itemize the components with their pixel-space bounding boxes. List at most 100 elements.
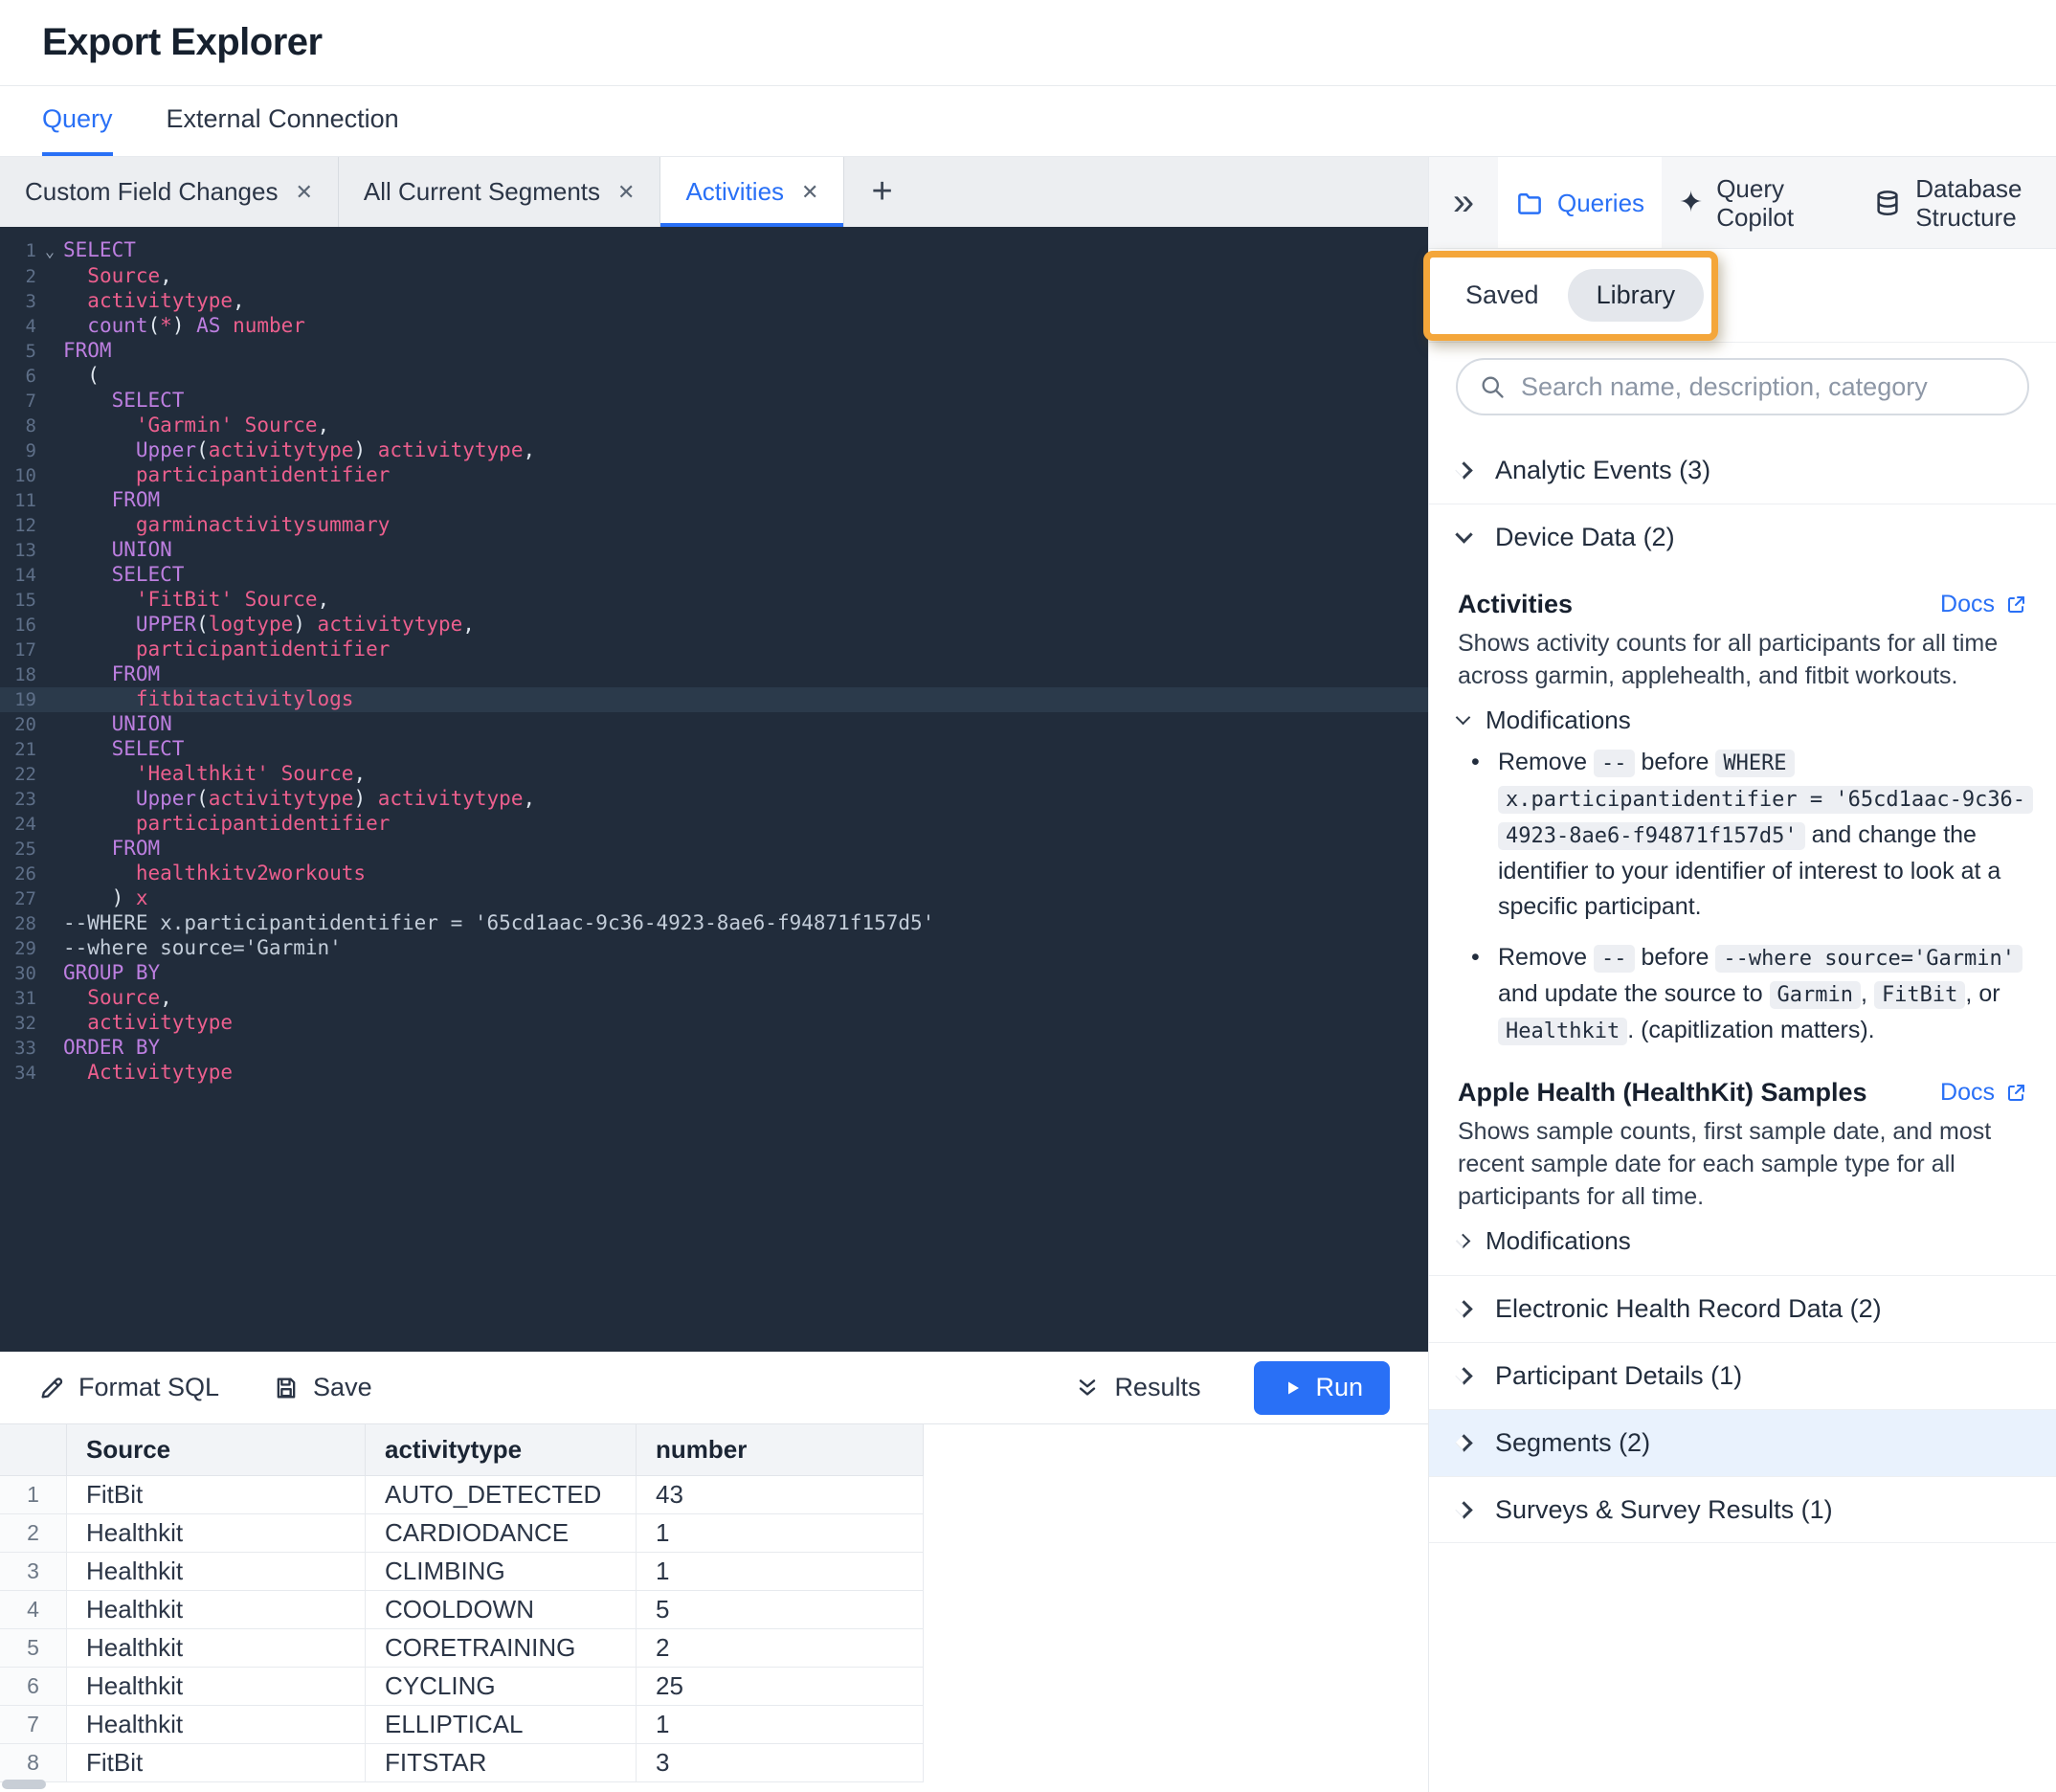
table-row[interactable]: 2 Healthkit CARDIODANCE 1 [0,1514,924,1553]
tab-database-structure[interactable]: Database Structure [1856,157,2055,248]
code-text: SELECT [63,238,136,261]
table-cell: FitBit [67,1476,366,1514]
code-line[interactable]: 21 SELECT [0,737,1428,762]
code-line[interactable]: 18 FROM [0,662,1428,687]
code-line[interactable]: 17 participantidentifier [0,638,1428,662]
table-row[interactable]: 7 Healthkit ELLIPTICAL 1 [0,1706,924,1744]
modifications-toggle-apple-health[interactable]: Modifications [1455,1226,2027,1256]
section-electronic-health-record-data[interactable]: Electronic Health Record Data (2) [1429,1275,2056,1342]
code-line[interactable]: 23 Upper(activitytype) activitytype, [0,787,1428,812]
table-cell: AUTO_DETECTED [366,1476,637,1514]
code-line[interactable]: 32 activitytype [0,1011,1428,1036]
code-line[interactable]: 2 Source, [0,264,1428,289]
code-line[interactable]: 1 ⌄ SELECT [0,238,1428,264]
search-box[interactable] [1456,358,2029,415]
section-label: Participant Details (1) [1495,1361,1743,1390]
code-line[interactable]: 9 Upper(activitytype) activitytype, [0,438,1428,463]
code-line[interactable]: 22 'Healthkit' Source, [0,762,1428,787]
code-line[interactable]: 29 --where source='Garmin' [0,936,1428,961]
code-line[interactable]: 30 GROUP BY [0,961,1428,986]
code-line[interactable]: 6 ( [0,364,1428,389]
save-button[interactable]: Save [273,1373,372,1402]
add-tab-button[interactable]: + [844,157,919,227]
code-line[interactable]: 12 garminactivitysummary [0,513,1428,538]
editor-tab-all-current-segments[interactable]: All Current Segments ✕ [339,157,661,227]
code-line[interactable]: 20 UNION [0,712,1428,737]
section-participant-details[interactable]: Participant Details (1) [1429,1342,2056,1409]
code-line[interactable]: 4 count(*) AS number [0,314,1428,339]
results-toggle-button[interactable]: Results [1074,1373,1200,1402]
format-sql-button[interactable]: Format SQL [38,1373,219,1402]
code-line[interactable]: 3 activitytype, [0,289,1428,314]
table-row[interactable]: 4 Healthkit COOLDOWN 5 [0,1591,924,1629]
table-row[interactable]: 1 FitBit AUTO_DETECTED 43 [0,1476,924,1514]
chevron-right-icon [1455,1300,1473,1318]
code-area: 1 ⌄ SELECT 2 Source, 3 activitytype, 4 count(… [0,238,1428,1086]
row-number: 4 [0,1591,67,1629]
modifications-toggle-activities[interactable]: Modifications [1455,706,2027,735]
table-cell: Healthkit [67,1668,366,1706]
table-cell: CYCLING [366,1668,637,1706]
code-line[interactable]: 16 UPPER(logtype) activitytype, [0,613,1428,638]
code-line[interactable]: 7 SELECT [0,389,1428,414]
line-number: 20 [14,714,36,735]
tab-query-copilot[interactable]: ✦ Query Copilot [1662,157,1856,248]
close-icon[interactable]: ✕ [801,180,818,205]
toggle-saved[interactable]: Saved [1465,280,1539,310]
line-number: 5 [25,341,36,362]
table-row[interactable]: 3 Healthkit CLIMBING 1 [0,1553,924,1591]
row-number: 8 [0,1744,67,1782]
close-icon[interactable]: ✕ [617,180,635,205]
code-line[interactable]: 19 fitbitactivitylogs [0,687,1428,712]
table-row[interactable]: 6 Healthkit CYCLING 25 [0,1668,924,1706]
section-analytic-events[interactable]: Analytic Events (3) [1429,437,2056,504]
code-text: garminactivitysummary [135,513,391,536]
code-text: Upper(activitytype) activitytype, [135,787,536,810]
code-line[interactable]: 10 participantidentifier [0,463,1428,488]
sql-editor[interactable]: 1 ⌄ SELECT 2 Source, 3 activitytype, 4 count(… [0,227,1428,1352]
code-line[interactable]: 28 --WHERE x.participantidentifier = '65c… [0,911,1428,936]
section-segments[interactable]: Segments (2) [1429,1409,2056,1476]
tab-queries[interactable]: Queries [1498,157,1663,248]
horizontal-scrollbar[interactable] [2,1780,46,1789]
collapse-panel-button[interactable]: » [1429,157,1498,248]
table-row[interactable]: 5 Healthkit CORETRAINING 2 [0,1629,924,1668]
column-header-number[interactable]: number [637,1424,924,1476]
code-line[interactable]: 5 FROM [0,339,1428,364]
code-line[interactable]: 33 ORDER BY [0,1036,1428,1061]
results-header-row: Source activitytype number [0,1424,924,1476]
code-text: FROM [63,339,112,362]
editor-tab-custom-field-changes[interactable]: Custom Field Changes ✕ [0,157,339,227]
code-line[interactable]: 25 FROM [0,837,1428,862]
code-line[interactable]: 24 participantidentifier [0,812,1428,837]
code-line[interactable]: 15 'FitBit' Source, [0,588,1428,613]
code-line[interactable]: 34 Activitytype [0,1061,1428,1086]
tab-query[interactable]: Query [42,86,113,156]
column-header-activitytype[interactable]: activitytype [366,1424,637,1476]
code-line[interactable]: 8 'Garmin' Source, [0,414,1428,438]
code-line[interactable]: 31 Source, [0,986,1428,1011]
run-button[interactable]: Run [1254,1360,1390,1415]
toggle-library[interactable]: Library [1567,269,1705,322]
code-text: UNION [111,538,172,561]
docs-link-apple-health[interactable]: Docs [1940,1079,2027,1107]
table-row[interactable]: 8 FitBit FITSTAR 3 [0,1744,924,1782]
column-header-source[interactable]: Source [67,1424,366,1476]
code-line[interactable]: 11 FROM [0,488,1428,513]
tab-external-connection[interactable]: External Connection [167,86,399,156]
section-surveys-survey-results[interactable]: Surveys & Survey Results (1) [1429,1476,2056,1543]
docs-link-activities[interactable]: Docs [1940,591,2027,618]
close-icon[interactable]: ✕ [295,180,312,205]
code-line[interactable]: 13 UNION [0,538,1428,563]
fold-chevron-icon[interactable]: ⌄ [36,240,63,264]
section-device-data[interactable]: Device Data (2) [1429,504,2056,571]
search-input[interactable] [1521,371,2006,402]
modification-item: Remove -- before WHERE x.participantiden… [1469,745,2034,925]
code-line[interactable]: 14 SELECT [0,563,1428,588]
code-line[interactable]: 27 ) x [0,886,1428,911]
code-line[interactable]: 26 healthkitv2workouts [0,862,1428,886]
external-link-icon [2008,1084,2024,1101]
editor-tab-activities[interactable]: Activities ✕ [660,157,845,227]
line-number: 9 [25,440,36,461]
line-number: 23 [14,789,36,810]
